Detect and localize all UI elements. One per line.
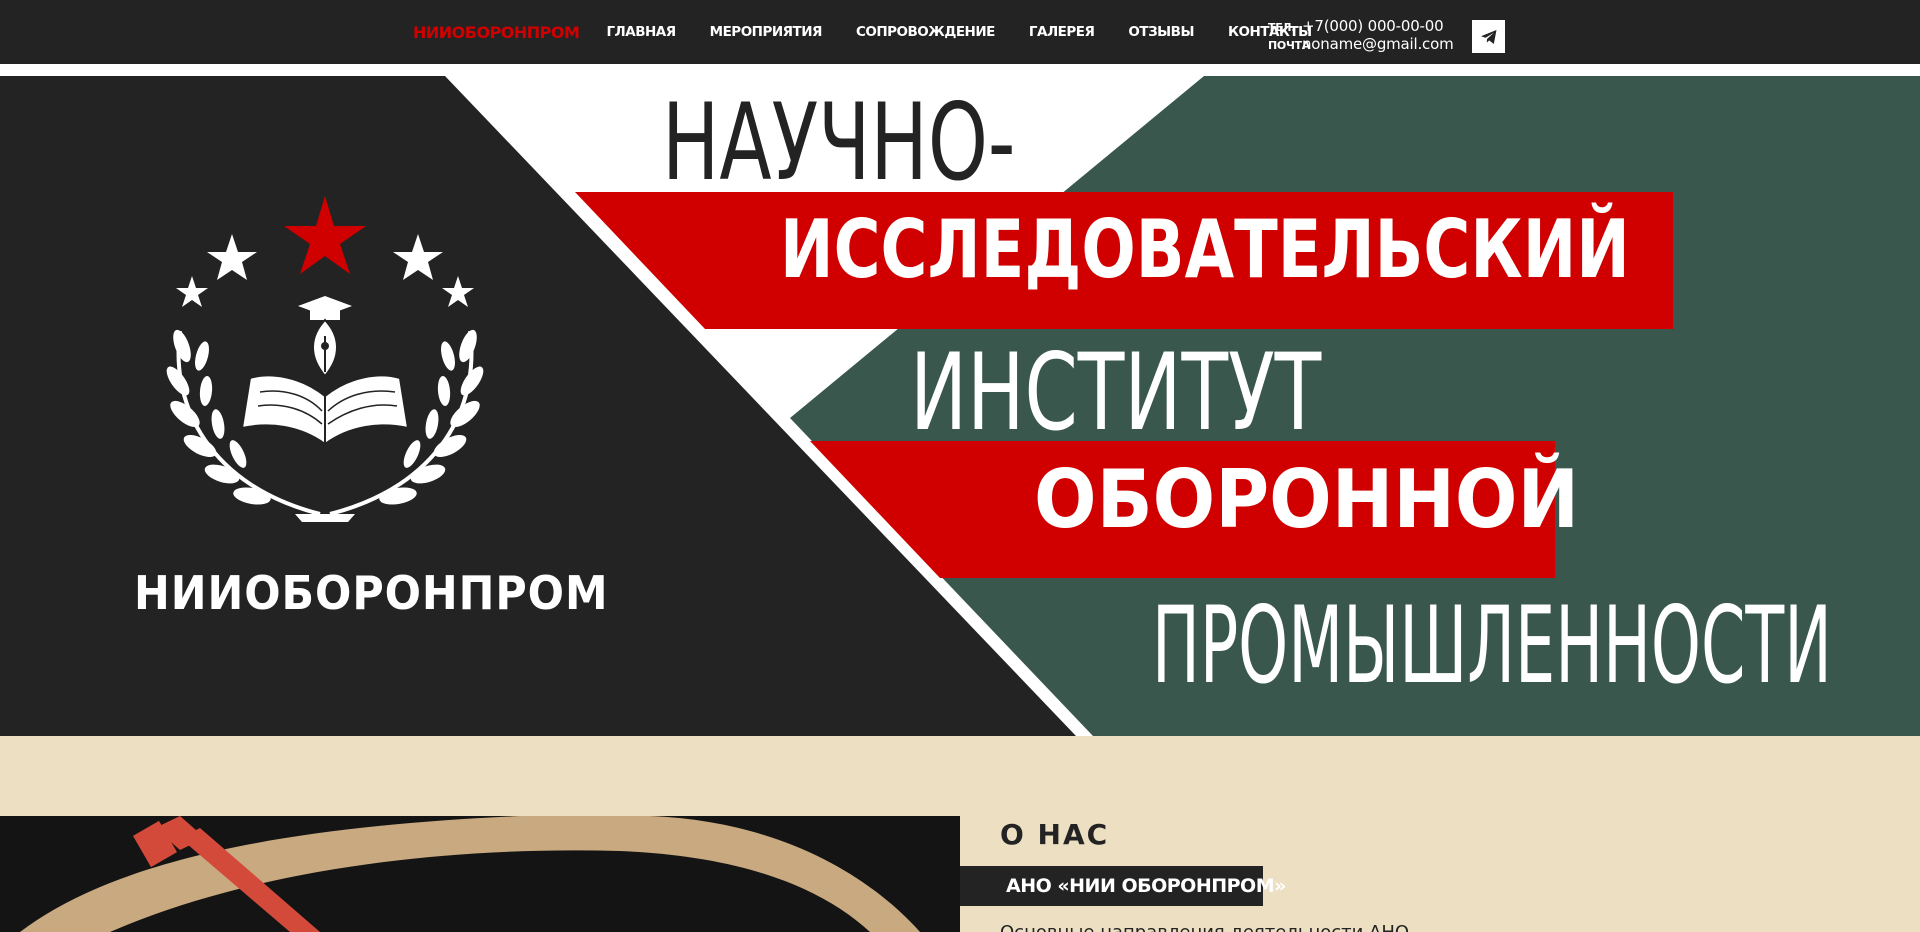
telegram-icon — [1480, 29, 1496, 44]
top-navigation-bar: НИИОБОРОНПРОМ ГЛАВНАЯ МЕРОПРИЯТИЯ СОПРОВ… — [0, 0, 1920, 64]
nav-item-gallery[interactable]: ГАЛЕРЕЯ — [1029, 24, 1095, 40]
email-row: ПОЧТА noname@gmail.com — [1268, 35, 1468, 53]
email-address[interactable]: noname@gmail.com — [1302, 35, 1454, 53]
about-poster-image — [0, 816, 960, 932]
about-badge: АНО «НИИ ОБОРОНПРОМ» — [960, 866, 1286, 906]
main-nav: НИИОБОРОНПРОМ ГЛАВНАЯ МЕРОПРИЯТИЯ СОПРОВ… — [413, 0, 1346, 64]
nav-item-home[interactable]: ГЛАВНАЯ — [606, 24, 676, 40]
emblem-icon — [166, 196, 484, 522]
brand-link[interactable]: НИИОБОРОНПРОМ — [413, 23, 580, 42]
about-text: Основные направления деятельности АНО... — [1000, 922, 1426, 932]
hero-line-5: ПРОМЫШЛЕННОСТИ — [1152, 584, 1832, 707]
hero-line-2: ИССЛЕДОВАТЕЛЬСКИЙ — [780, 203, 1630, 296]
header-contacts: ТЕЛ. +7(000) 000-00-00 ПОЧТА noname@gmai… — [1268, 17, 1468, 53]
nav-item-events[interactable]: МЕРОПРИЯТИЯ — [710, 24, 823, 40]
logo-name: НИИОБОРОНПРОМ — [134, 566, 609, 620]
telegram-button[interactable] — [1472, 20, 1505, 53]
phone-row: ТЕЛ. +7(000) 000-00-00 — [1268, 17, 1468, 35]
hero-line-3: ИНСТИТУТ — [910, 331, 1322, 454]
nav-item-support[interactable]: СОПРОВОЖДЕНИЕ — [856, 24, 995, 40]
nav-item-reviews[interactable]: ОТЗЫВЫ — [1128, 24, 1194, 40]
phone-label: ТЕЛ. — [1268, 21, 1296, 34]
email-label: ПОЧТА — [1268, 39, 1310, 52]
hero-banner: НИИОБОРОНПРОМ НАУЧНО- ИССЛЕДОВАТЕЛЬСКИЙ … — [0, 76, 1920, 736]
header-divider — [0, 64, 1920, 76]
about-title: О НАС — [1000, 818, 1110, 851]
hero-line-1: НАУЧНО- — [662, 81, 1016, 204]
hero-line-4: ОБОРОННОЙ — [1034, 453, 1580, 546]
hammer-sickle-icon — [0, 816, 960, 932]
phone-number[interactable]: +7(000) 000-00-00 — [1302, 17, 1444, 35]
